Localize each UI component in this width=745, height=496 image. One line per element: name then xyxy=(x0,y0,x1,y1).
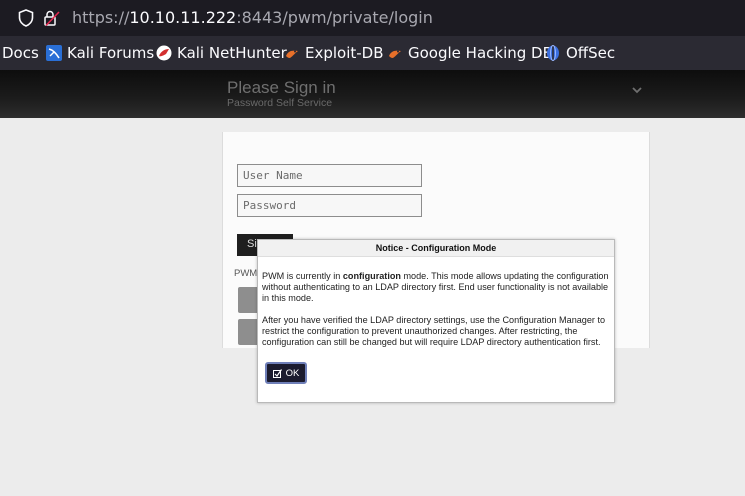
bookmark-google-hacking-db[interactable]: Google Hacking DB xyxy=(387,43,553,63)
bookmark-label: OffSec xyxy=(566,44,616,62)
bookmarks-toolbar: Docs Kali Forums Kali NetHunter Exploit-… xyxy=(0,36,745,70)
bookmark-label: Google Hacking DB xyxy=(408,44,553,62)
chevron-down-icon[interactable] xyxy=(630,82,644,96)
username-placeholder: User Name xyxy=(243,169,303,182)
ok-label: OK xyxy=(285,367,300,379)
url-path: :8443/pwm/private/login xyxy=(236,8,433,27)
dialog-paragraph: After you have verified the LDAP directo… xyxy=(262,315,606,347)
checkbox-edit-icon xyxy=(272,368,282,378)
nethunter-icon xyxy=(156,45,172,61)
configuration-mode-dialog: Notice - Configuration Mode PWM is curre… xyxy=(257,239,615,403)
pwm-label: PWM xyxy=(234,268,258,279)
kali-icon xyxy=(46,45,62,61)
dialog-text: PWM is currently in xyxy=(262,271,343,281)
password-input[interactable]: Password xyxy=(237,194,422,217)
bookmark-offsec[interactable]: OffSec xyxy=(545,43,615,63)
url-scheme: https:// xyxy=(72,8,130,27)
url-host: 10.10.11.222 xyxy=(129,8,237,27)
bookmark-label: Kali NetHunter xyxy=(177,44,287,62)
dialog-title: Notice - Configuration Mode xyxy=(258,240,614,257)
bookmark-label: Kali Forums xyxy=(67,44,155,62)
offsec-icon xyxy=(545,45,561,61)
ok-button[interactable]: OK xyxy=(265,362,307,384)
lock-warning-icon[interactable] xyxy=(42,8,62,28)
username-input[interactable]: User Name xyxy=(237,164,422,187)
bookmark-kali-forums[interactable]: Kali Forums xyxy=(46,43,154,63)
bookmark-exploit-db[interactable]: Exploit-DB xyxy=(284,43,384,63)
url-field[interactable]: https://10.10.11.222:8443/pwm/private/lo… xyxy=(72,8,433,28)
password-placeholder: Password xyxy=(243,199,296,212)
dialog-bold-text: configuration xyxy=(342,271,401,281)
shield-icon[interactable] xyxy=(16,8,36,28)
bookmark-docs[interactable]: Docs xyxy=(2,43,39,63)
page-title: Please Sign in xyxy=(227,78,336,97)
dialog-body: PWM is currently in configuration mode. … xyxy=(262,271,612,359)
ghdb-icon xyxy=(387,45,403,61)
bookmark-label: Exploit-DB xyxy=(305,44,384,62)
exploit-db-icon xyxy=(284,45,300,61)
bookmark-label: Docs xyxy=(2,44,39,62)
address-bar: https://10.10.11.222:8443/pwm/private/lo… xyxy=(0,0,745,36)
page-subtitle: Password Self Service xyxy=(227,97,333,109)
dialog-paragraph: PWM is currently in configuration mode. … xyxy=(262,271,612,304)
bookmark-kali-nethunter[interactable]: Kali NetHunter xyxy=(156,43,287,63)
